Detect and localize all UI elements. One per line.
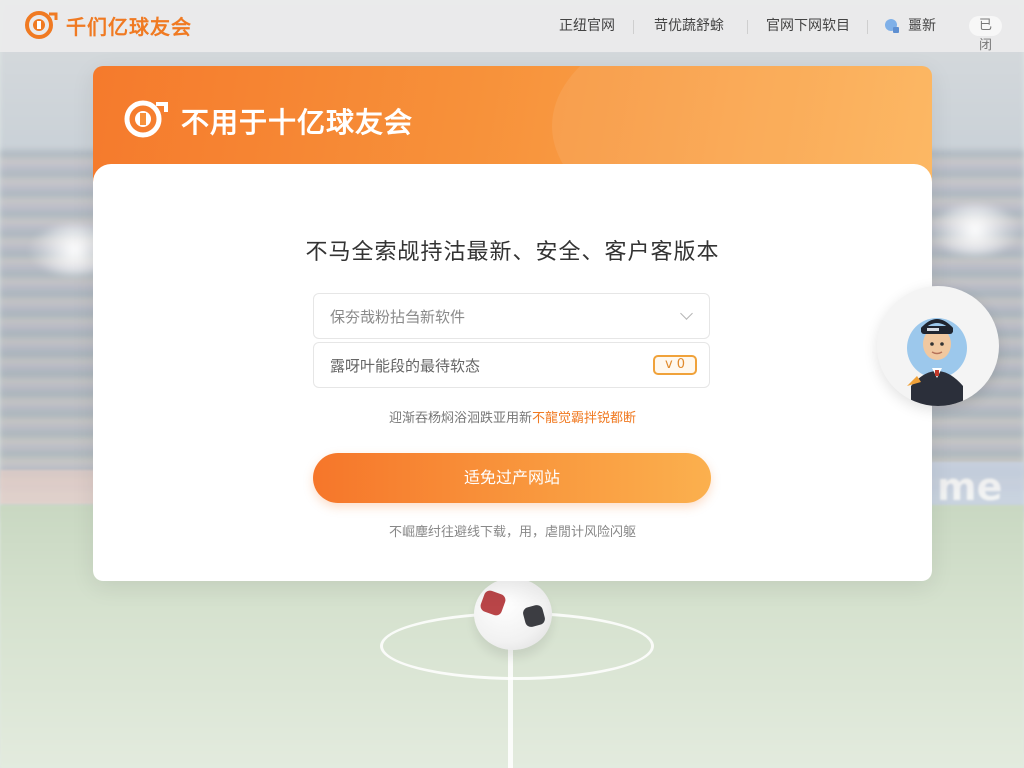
user-icon[interactable]: [884, 18, 900, 34]
visit-site-button[interactable]: 适免过产网站: [313, 453, 711, 503]
nav-divider: [867, 20, 868, 34]
card-header-logo: 不用于十亿球友会: [123, 99, 413, 143]
referee-avatar-icon: [907, 318, 967, 406]
ad-banner-left: [0, 470, 95, 504]
brand-logo-icon: [24, 10, 58, 40]
floodlight-right: [930, 205, 1020, 255]
software-select-value: 保夯哉粉拈刍新软件: [330, 308, 466, 326]
top-navigation-bar: 千们亿球友会 正纽官网 苛优蔬舒蜍 官网下网软目 噩新 已闭: [0, 0, 1024, 53]
card-title: 不马全索觇持沽最新、安全、客户客版本: [305, 240, 720, 265]
verification-field-value: 露呀叶能段的最待软态: [330, 357, 481, 375]
verification-field[interactable]: 露呀叶能段的最待软态 v 0: [313, 342, 710, 388]
software-select[interactable]: 保夯哉粉拈刍新软件: [313, 293, 710, 339]
chevron-down-icon: [680, 307, 693, 320]
nav-item-official-site[interactable]: 正纽官网: [559, 14, 615, 38]
notice-text: 迎渐吞杨焖浴洄跌亚用新不龍觉霸拌锐都断: [93, 407, 932, 426]
close-pill-button[interactable]: 已闭: [968, 16, 1002, 53]
brand-logo[interactable]: 千们亿球友会: [24, 10, 192, 40]
download-card: 不用于十亿球友会 不马全索觇持沽最新、安全、客户客版本 保夯哉粉拈刍新软件 露呀…: [93, 66, 932, 581]
card-header-title: 不用于十亿球友会: [181, 106, 414, 139]
card-body: 不马全索觇持沽最新、安全、客户客版本 保夯哉粉拈刍新软件 露呀叶能段的最待软态 …: [93, 164, 932, 581]
nav-item-features[interactable]: 苛优蔬舒蜍: [654, 14, 724, 38]
brand-logo-icon: [123, 99, 169, 143]
verification-code-badge[interactable]: v 0: [653, 355, 697, 375]
nav-item-download[interactable]: 官网下网软目: [766, 14, 850, 38]
soccer-ball-image: [474, 578, 552, 650]
notice-text-main: 迎渐吞杨焖浴洄跌亚用新: [388, 411, 532, 426]
nav-divider: [747, 20, 748, 34]
disclaimer-text: 不崛塵纣往避线下载，用，虐閒计风险闪躯: [388, 525, 636, 540]
nav-item-login[interactable]: 噩新: [908, 14, 936, 38]
notice-link[interactable]: 不龍觉霸拌锐都断: [532, 411, 636, 426]
brand-name: 千们亿球友会: [66, 14, 192, 39]
customer-service-avatar[interactable]: [877, 286, 999, 406]
nav-divider: [633, 20, 634, 34]
halfway-line: [508, 640, 513, 768]
